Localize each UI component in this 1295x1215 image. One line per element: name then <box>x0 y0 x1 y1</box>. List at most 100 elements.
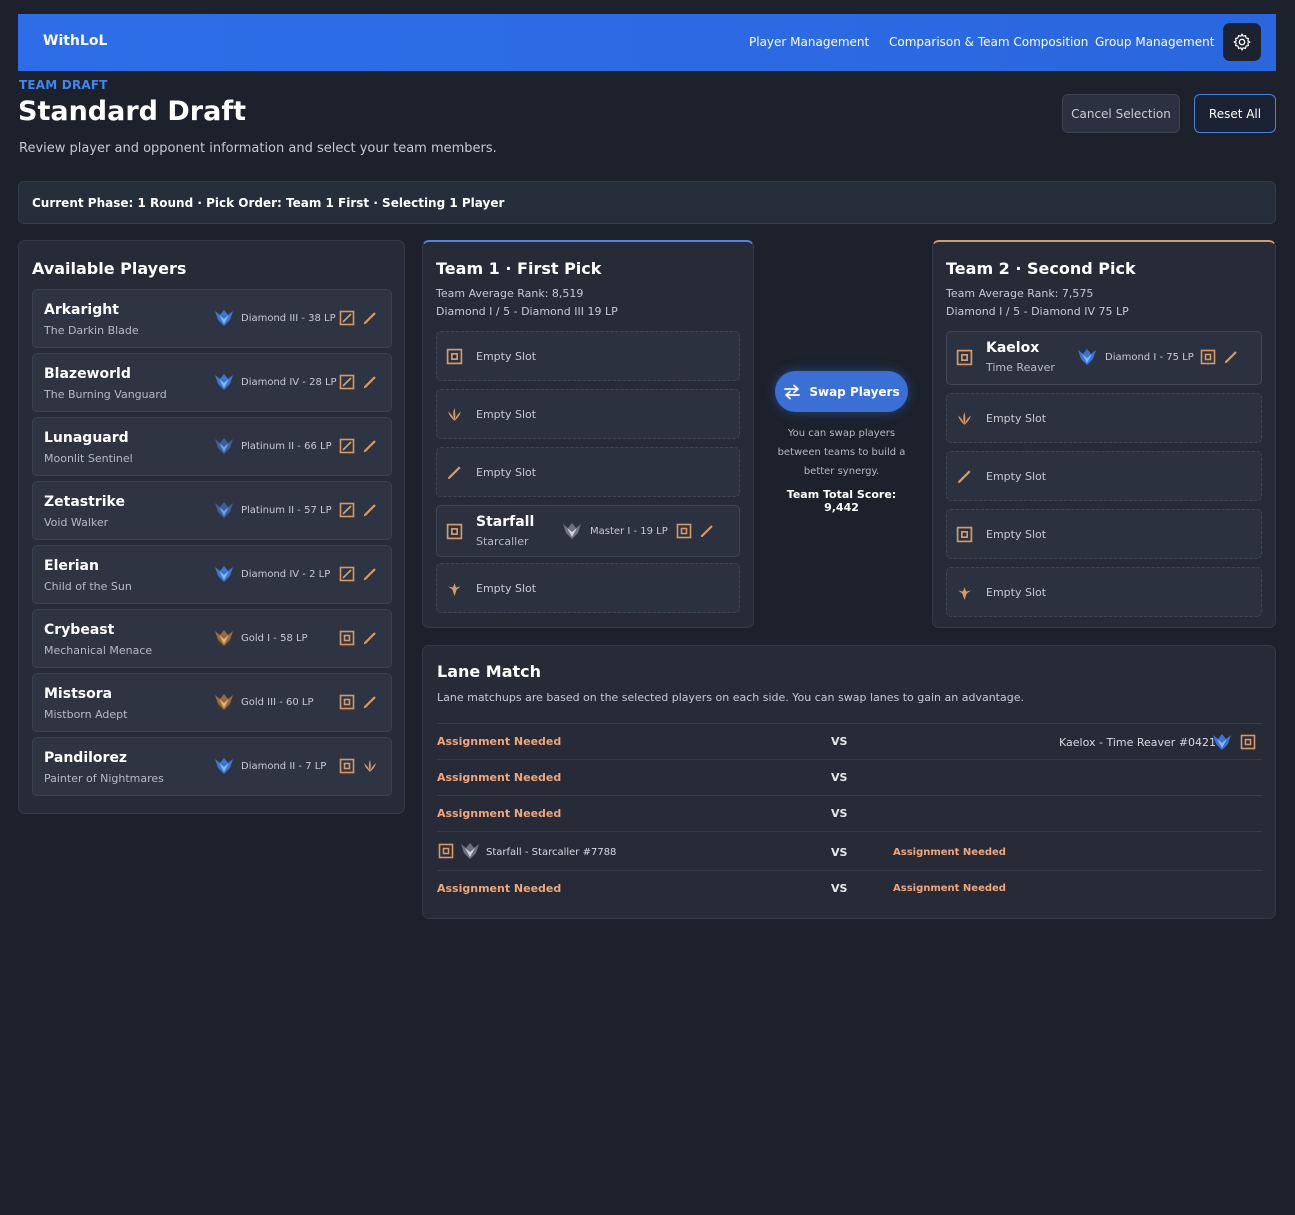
bot-icon <box>446 348 463 365</box>
player-card[interactable]: Pandilorez Painter of Nightmares Diamond I… <box>32 737 392 796</box>
player-card[interactable]: Arkaright The Darkin Blade Diamond III - 3… <box>32 289 392 348</box>
player-rank: Platinum II - 66 LP <box>241 441 332 452</box>
team2-assignment-needed: Assignment Needed <box>893 847 1006 858</box>
lane-row-3[interactable]: Assignment Needed VS <box>437 795 1262 831</box>
top-icon <box>362 374 378 390</box>
player-card[interactable]: Elerian Child of the Sun Diamond IV - 2 LP <box>32 545 392 604</box>
mid-icon <box>339 374 355 390</box>
brand-logo[interactable]: WithLoL <box>43 33 107 49</box>
swap-arrows-icon <box>784 384 801 399</box>
team2-lane-player: Kaelox - Time Reaver #0421 <box>1059 736 1217 749</box>
bot-icon <box>339 694 355 710</box>
team1-assignment-needed: Assignment Needed <box>437 807 562 820</box>
top-icon <box>446 464 463 481</box>
reset-all-button[interactable]: Reset All <box>1194 94 1276 133</box>
bot-icon <box>676 523 692 539</box>
nav-player-management[interactable]: Player Management <box>749 35 869 49</box>
empty-slot-label: Empty Slot <box>476 582 537 595</box>
available-players-panel: Available Players Arkaright The Darkin Bl… <box>18 240 405 814</box>
filled-slot[interactable]: Starfall Starcaller Master I - 19 LP <box>436 505 740 557</box>
slot-player-title: Starcaller <box>476 535 529 548</box>
empty-slot[interactable]: Empty Slot <box>436 331 740 381</box>
player-card[interactable]: Zetastrike Void Walker Platinum II - 57 LP <box>32 481 392 540</box>
support-icon <box>446 580 463 597</box>
vs-label: VS <box>831 735 848 748</box>
team2-rank-range: Diamond I / 5 - Diamond IV 75 LP <box>946 305 1129 318</box>
top-icon <box>1223 349 1239 365</box>
team2-title: Team 2 · Second Pick <box>946 259 1136 278</box>
empty-slot[interactable]: Empty Slot <box>436 389 740 439</box>
bot-icon <box>956 349 973 366</box>
swap-help-text: You can swap players between teams to bu… <box>777 428 906 477</box>
vs-label: VS <box>831 771 848 784</box>
jungle-icon <box>446 406 463 423</box>
support-icon <box>956 584 973 601</box>
lane-row-2[interactable]: Assignment Needed VS <box>437 759 1262 795</box>
player-title: Painter of Nightmares <box>44 772 164 785</box>
bot-icon <box>446 523 463 540</box>
settings-button[interactable] <box>1223 23 1261 61</box>
empty-slot[interactable]: Empty Slot <box>436 563 740 613</box>
lane-row-4[interactable]: Starfall - Starcaller #7788 VS Assignmen… <box>437 831 1262 870</box>
swap-players-button[interactable]: Swap Players <box>775 371 908 412</box>
empty-slot-label: Empty Slot <box>986 586 1047 599</box>
mid-icon <box>339 310 355 326</box>
top-icon <box>699 523 715 539</box>
lane-match-panel: Lane Match Lane matchups are based on th… <box>422 645 1276 919</box>
player-name: Zetastrike <box>44 494 125 510</box>
available-players-title: Available Players <box>32 259 187 278</box>
bot-icon <box>1200 349 1216 365</box>
player-name: Elerian <box>44 558 99 574</box>
empty-slot[interactable]: Empty Slot <box>946 393 1262 443</box>
diamond-rank-icon <box>214 309 234 327</box>
mid-icon <box>339 566 355 582</box>
vs-label: VS <box>831 807 848 820</box>
player-name: Lunaguard <box>44 430 129 446</box>
bot-icon <box>1240 734 1256 750</box>
vs-label: VS <box>831 882 848 895</box>
swap-players-label: Swap Players <box>809 384 900 399</box>
nav-group-management[interactable]: Group Management <box>1095 35 1214 49</box>
player-rank: Gold I - 58 LP <box>241 633 308 644</box>
team1-assignment-needed: Assignment Needed <box>437 771 562 784</box>
empty-slot[interactable]: Empty Slot <box>946 509 1262 559</box>
player-rank: Gold III - 60 LP <box>241 697 314 708</box>
lane-row-1[interactable]: Assignment Needed VS Kaelox - Time Reave… <box>437 723 1262 759</box>
empty-slot[interactable]: Empty Slot <box>946 567 1262 617</box>
empty-slot[interactable]: Empty Slot <box>946 451 1262 501</box>
top-icon <box>362 566 378 582</box>
cancel-selection-button[interactable]: Cancel Selection <box>1062 94 1180 133</box>
team1-lane-player: Starfall - Starcaller #7788 <box>486 847 617 858</box>
nav-comparison-team-composition[interactable]: Comparison & Team Composition <box>889 35 1088 49</box>
player-card[interactable]: Blazeworld The Burning Vanguard Diamond IV… <box>32 353 392 412</box>
filled-slot[interactable]: Kaelox Time Reaver Diamond I - 75 LP <box>946 331 1262 385</box>
team-total-score: Team Total Score: 9,442 <box>786 488 897 514</box>
lane-row-5[interactable]: Assignment Needed VS Assignment Needed <box>437 870 1262 906</box>
player-name: Crybeast <box>44 622 115 638</box>
player-name: Arkaright <box>44 302 119 318</box>
player-title: Moonlit Sentinel <box>44 452 133 465</box>
team2-average-rank: Team Average Rank: 7,575 <box>946 287 1094 300</box>
mid-icon <box>339 438 355 454</box>
player-rank: Platinum II - 57 LP <box>241 505 332 516</box>
gold-rank-icon <box>214 629 234 647</box>
gold-rank-icon <box>214 693 234 711</box>
top-icon <box>362 310 378 326</box>
top-icon <box>956 468 973 485</box>
player-rank: Diamond IV - 2 LP <box>241 569 331 580</box>
diamond-rank-icon <box>1077 348 1097 366</box>
player-title: Mechanical Menace <box>44 644 153 657</box>
player-title: Mistborn Adept <box>44 708 128 721</box>
player-card[interactable]: Mistsora Mistborn Adept Gold III - 60 LP <box>32 673 392 732</box>
top-icon <box>362 502 378 518</box>
slot-player-title: Time Reaver <box>986 361 1055 374</box>
player-card[interactable]: Crybeast Mechanical Menace Gold I - 58 LP <box>32 609 392 668</box>
team1-average-rank: Team Average Rank: 8,519 <box>436 287 584 300</box>
empty-slot-label: Empty Slot <box>986 470 1047 483</box>
player-card[interactable]: Lunaguard Moonlit Sentinel Platinum II - 6… <box>32 417 392 476</box>
team1-assignment-needed: Assignment Needed <box>437 882 562 895</box>
team2-assignment-needed: Assignment Needed <box>893 883 1006 894</box>
team1-assignment-needed: Assignment Needed <box>437 735 562 748</box>
diamond-rank-icon <box>214 565 234 583</box>
empty-slot[interactable]: Empty Slot <box>436 447 740 497</box>
